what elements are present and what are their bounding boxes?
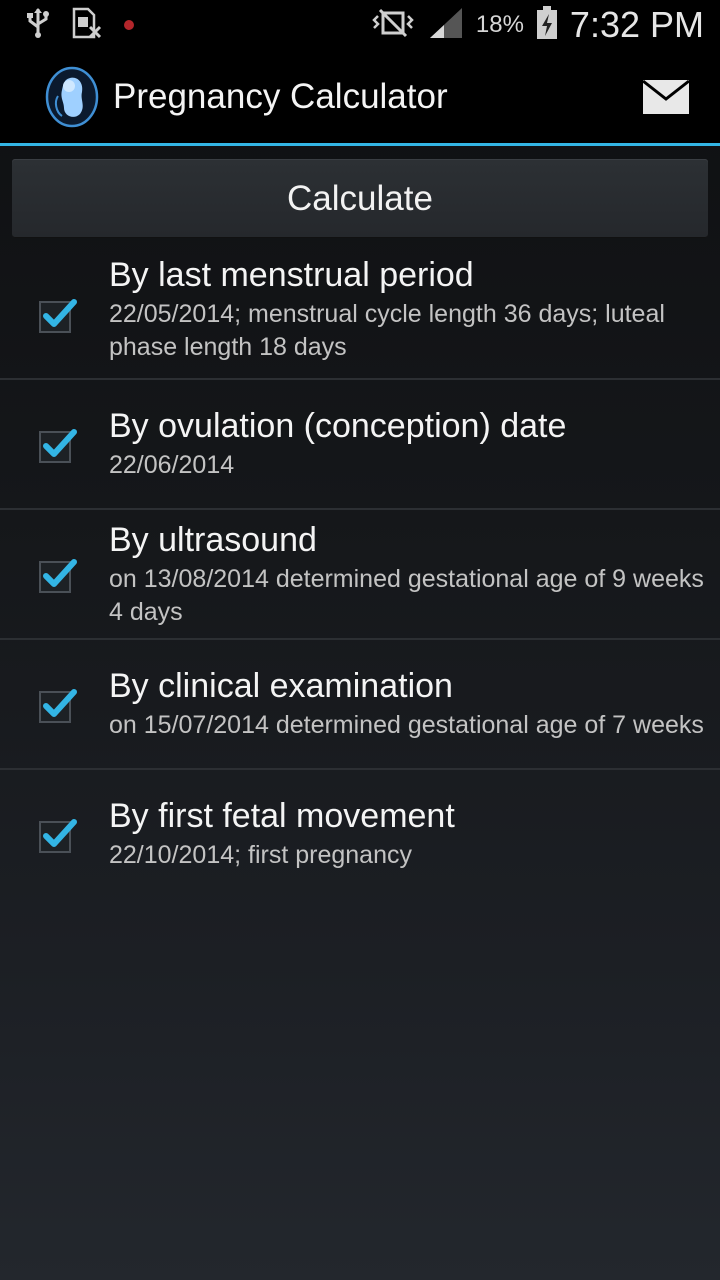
vibrate-icon <box>370 8 416 43</box>
calculate-button[interactable]: Calculate <box>12 159 708 238</box>
item-title: By ovulation (conception) date <box>109 407 567 445</box>
item-title: By last menstrual period <box>109 255 474 294</box>
checkbox-checked-icon[interactable] <box>38 816 77 853</box>
item-detail: 22/10/2014; first pregnancy <box>109 841 412 869</box>
mail-icon[interactable] <box>642 79 690 115</box>
list-item-fetal-movement[interactable]: By first fetal movement 22/10/2014; firs… <box>0 770 720 898</box>
list-item-ultrasound[interactable]: By ultrasound on 13/08/2014 determined g… <box>0 510 720 640</box>
signal-icon <box>428 6 464 45</box>
battery-charging-icon <box>536 5 558 45</box>
clock: 7:32 PM <box>569 4 704 45</box>
usb-icon <box>26 7 50 44</box>
status-bar: 18% 7:32 PM <box>0 0 720 50</box>
item-title: By ultrasound <box>109 520 317 559</box>
checkbox-checked-icon[interactable] <box>38 296 77 333</box>
item-title: By clinical examination <box>109 667 453 705</box>
recording-dot-icon <box>124 20 134 30</box>
app-title: Pregnancy Calculator <box>113 76 448 116</box>
item-detail: on 13/08/2014 determined gestational age… <box>109 564 704 626</box>
checkbox-checked-icon[interactable] <box>38 556 77 593</box>
methods-list: By last menstrual period 22/05/2014; men… <box>0 240 720 898</box>
list-item-ovulation[interactable]: By ovulation (conception) date 22/06/201… <box>0 380 720 510</box>
sim-missing-icon <box>72 7 102 44</box>
list-item-clinical[interactable]: By clinical examination on 15/07/2014 de… <box>0 640 720 770</box>
item-detail: 22/06/2014 <box>109 451 235 479</box>
item-title: By first fetal movement <box>109 797 455 835</box>
list-item-lmp[interactable]: By last menstrual period 22/05/2014; men… <box>0 240 720 380</box>
item-detail: on 15/07/2014 determined gestational age… <box>109 711 704 739</box>
battery-percent: 18% <box>475 11 524 38</box>
item-detail: 22/05/2014; menstrual cycle length 36 da… <box>109 299 665 361</box>
action-bar: Pregnancy Calculator <box>0 50 720 146</box>
checkbox-checked-icon[interactable] <box>38 426 77 463</box>
fetus-app-icon[interactable] <box>44 66 100 128</box>
checkbox-checked-icon[interactable] <box>38 686 77 723</box>
